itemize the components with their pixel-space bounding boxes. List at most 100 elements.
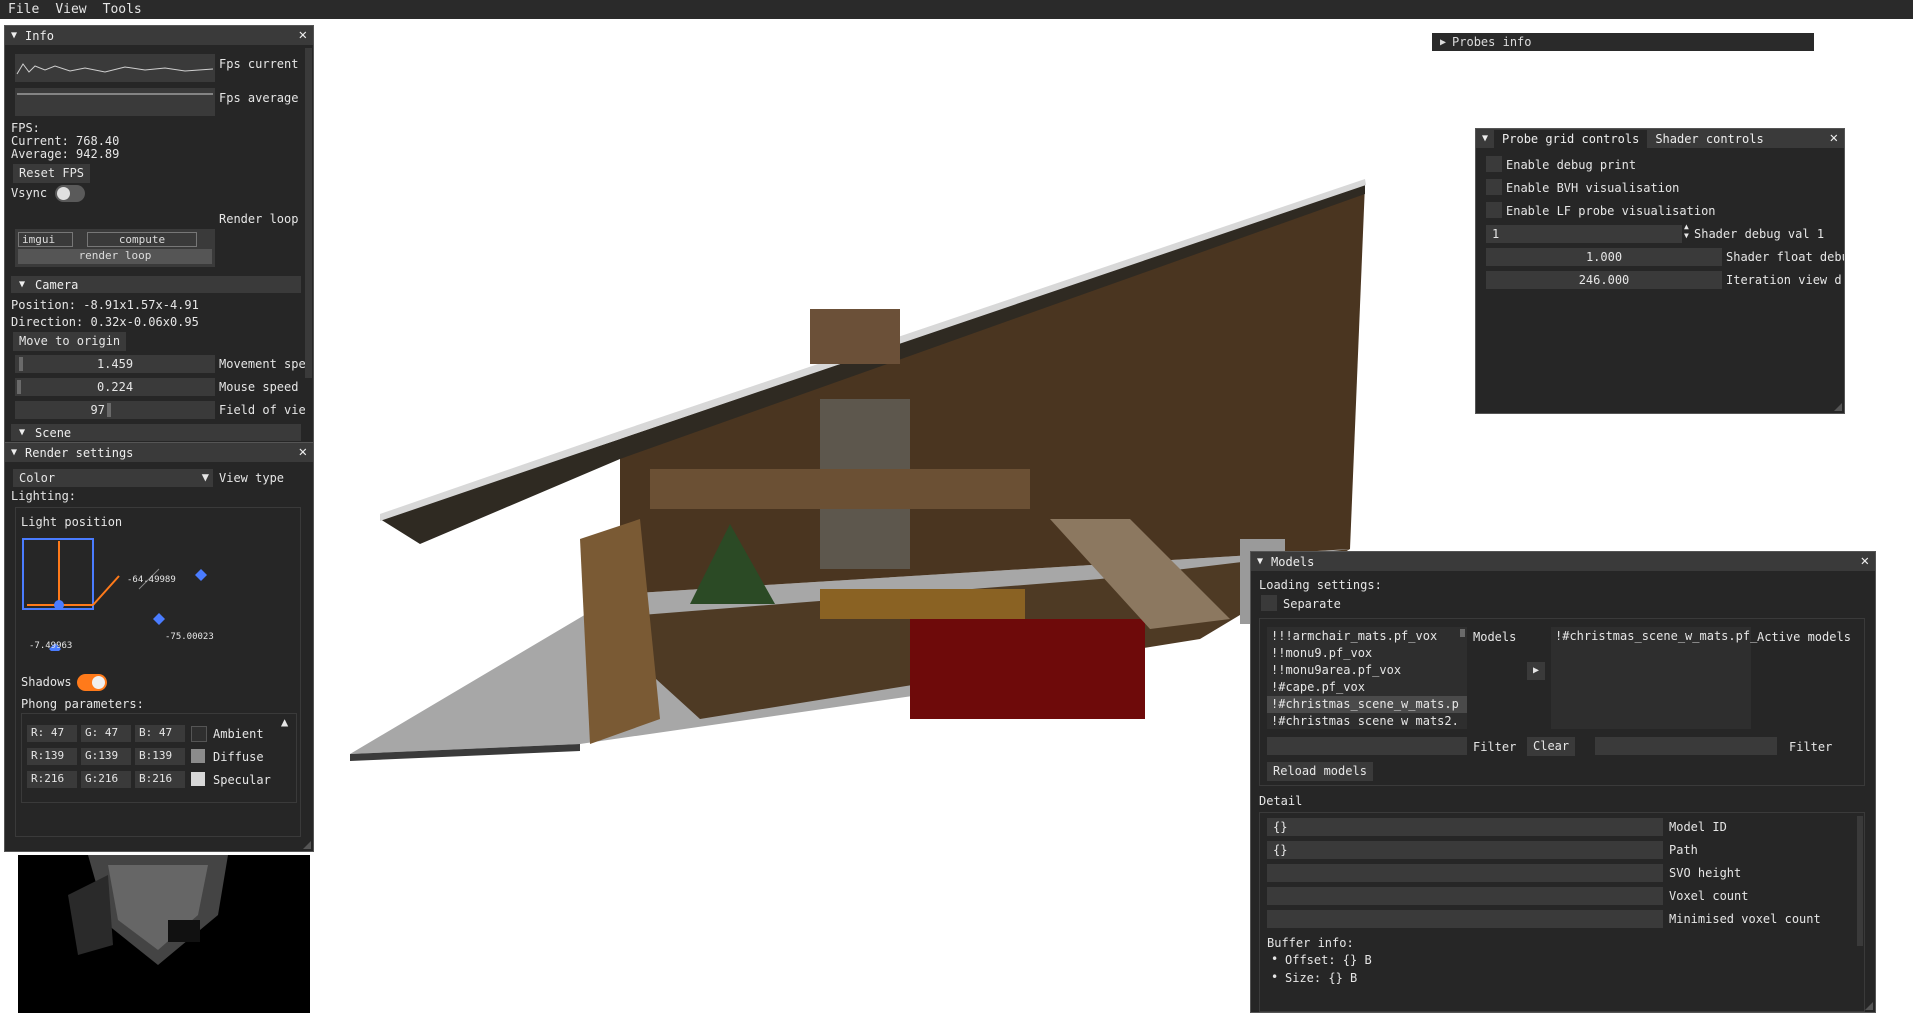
collapse-icon[interactable]: ▼ [1482, 133, 1488, 144]
models-filter-input[interactable] [1267, 737, 1467, 755]
camera-position: Position: -8.91x1.57x-4.91 [11, 298, 199, 312]
list-item[interactable]: !#christmas_scene_w_mats.p [1271, 697, 1459, 711]
active-models-label: Active models [1757, 630, 1851, 644]
close-icon[interactable]: ✕ [299, 444, 307, 460]
menu-view[interactable]: View [47, 2, 94, 17]
camera-direction: Direction: 0.32x-0.06x0.95 [11, 315, 199, 329]
render-loop-widget: imgui compute render loop [15, 229, 215, 267]
debug-print-checkbox[interactable] [1486, 156, 1502, 172]
sofa [820, 589, 1025, 619]
resize-grip-icon[interactable] [303, 841, 311, 849]
specular-label: Specular [213, 773, 271, 787]
lf-probe-checkbox[interactable] [1486, 202, 1502, 218]
menu-tools[interactable]: Tools [95, 2, 150, 17]
close-icon[interactable]: ✕ [1830, 130, 1838, 146]
reload-models-button[interactable]: Reload models [1267, 762, 1373, 781]
float-debug-slider[interactable]: 1.000 [1486, 248, 1722, 266]
gizmo-value-x: -64.49989 [127, 575, 176, 585]
model-id-field[interactable]: {} [1267, 818, 1663, 836]
move-to-origin-button[interactable]: Move to origin [13, 332, 127, 351]
specular-g[interactable]: G:216 [81, 771, 131, 788]
expand-icon: ▶ [1440, 36, 1447, 48]
render-settings-titlebar[interactable]: ▼ Render settings ✕ [5, 443, 313, 462]
menu-bar: File View Tools [0, 0, 1913, 19]
list-item[interactable]: !!!armchair_mats.pf_vox [1271, 629, 1437, 643]
models-list[interactable]: !!!armchair_mats.pf_vox !!monu9.pf_vox !… [1267, 627, 1467, 729]
mouse-speed-label: Mouse speed [219, 380, 299, 394]
menu-file[interactable]: File [0, 2, 47, 17]
resize-grip-icon[interactable] [1865, 1002, 1873, 1010]
separate-checkbox[interactable] [1261, 595, 1277, 611]
path-label: Path [1669, 843, 1698, 857]
ambient-b[interactable]: B: 47 [135, 725, 185, 742]
probes-info-bar[interactable]: ▶ Probes info [1432, 33, 1814, 51]
tab-shader-controls[interactable]: Shader controls [1647, 130, 1771, 148]
diffuse-r[interactable]: R:139 [27, 748, 77, 765]
models-label: Models [1473, 630, 1517, 644]
voxel-count-field[interactable] [1267, 887, 1663, 905]
size-value: Size: {} B [1285, 971, 1358, 985]
red-couch [910, 619, 1145, 719]
models-titlebar[interactable]: ▼ Models ✕ [1251, 552, 1875, 571]
diffuse-b[interactable]: B:139 [135, 748, 185, 765]
fov-slider[interactable]: 97 [15, 401, 215, 419]
ambient-swatch[interactable] [191, 726, 207, 742]
diffuse-g[interactable]: G:139 [81, 748, 131, 765]
stepper-icon[interactable]: ▲ ▼ [1684, 222, 1689, 240]
active-models-list[interactable]: !#christmas_scene_w_mats.pf_ [1551, 627, 1757, 729]
collapse-icon[interactable]: ▼ [1257, 556, 1263, 567]
svo-height-label: SVO height [1669, 866, 1742, 880]
collapse-icon[interactable]: ▼ [11, 447, 17, 458]
resize-grip-icon[interactable] [1834, 403, 1842, 411]
models-list-scrollbar[interactable] [1460, 629, 1465, 637]
list-item[interactable]: !#christmas_scene_w_mats.pf_ [1555, 629, 1757, 643]
svo-height-field[interactable] [1267, 864, 1663, 882]
ambient-label: Ambient [213, 727, 264, 741]
detail-scrollbar[interactable] [1857, 816, 1863, 946]
ambient-r[interactable]: R: 47 [27, 725, 77, 742]
vsync-toggle[interactable] [55, 185, 85, 202]
reset-fps-button[interactable]: Reset FPS [13, 164, 91, 183]
view-type-select[interactable]: Color ▼ [13, 469, 213, 487]
ambient-g[interactable]: G: 47 [81, 725, 131, 742]
mouse-speed-slider[interactable]: 0.224 [15, 378, 215, 396]
list-item[interactable]: !#christmas scene w mats2. [1271, 714, 1459, 728]
diffuse-swatch[interactable] [191, 749, 205, 763]
path-field[interactable]: {} [1267, 841, 1663, 859]
models-window: ▼ Models ✕ Loading settings: Separate !!… [1250, 551, 1876, 1013]
gizmo-value-y: -7.49963 [29, 641, 73, 651]
render-settings-window: ▼ Render settings ✕ Color ▼ View type Li… [4, 442, 314, 852]
list-item[interactable]: !#cape.pf_vox [1271, 680, 1365, 694]
diffuse-label: Diffuse [213, 750, 264, 764]
specular-swatch[interactable] [191, 772, 205, 786]
specular-r[interactable]: R:216 [27, 771, 77, 788]
close-icon[interactable]: ✕ [299, 27, 307, 43]
bvh-checkbox[interactable] [1486, 179, 1502, 195]
arrow-right-icon: ▶ [1532, 665, 1540, 676]
scroll-up-icon[interactable]: ▲ [281, 715, 288, 729]
active-filter-input[interactable] [1595, 737, 1777, 755]
camera-header[interactable]: ▼ Camera [11, 276, 301, 293]
list-item[interactable]: !!monu9area.pf_vox [1271, 663, 1401, 677]
render-loop-bar: render loop [18, 249, 212, 264]
gizmo-value-z: -75.00023 [165, 632, 214, 642]
specular-b[interactable]: B:216 [135, 771, 185, 788]
shadows-toggle[interactable] [77, 674, 107, 691]
tab-probe-grid[interactable]: Probe grid controls [1494, 129, 1648, 148]
debug-val-label: Shader debug val 1 [1694, 227, 1825, 241]
clear-button[interactable]: Clear [1527, 737, 1576, 756]
info-titlebar[interactable]: ▼ Info ✕ [5, 26, 313, 45]
collapse-icon[interactable]: ▼ [11, 30, 17, 41]
loading-settings-label: Loading settings: [1259, 578, 1382, 592]
min-voxel-count-field[interactable] [1267, 910, 1663, 928]
iteration-slider[interactable]: 246.000 [1486, 271, 1722, 289]
move-right-button[interactable]: ▶ [1527, 662, 1545, 680]
scene-header[interactable]: ▼ Scene [11, 424, 301, 441]
fps-header: FPS: [11, 121, 40, 135]
debug-val-input[interactable]: 1 [1486, 225, 1682, 243]
info-scrollbar[interactable] [305, 48, 312, 378]
list-item[interactable]: !!monu9.pf_vox [1271, 646, 1372, 660]
movement-speed-slider[interactable]: 1.459 [15, 355, 215, 373]
close-icon[interactable]: ✕ [1861, 553, 1869, 569]
fps-current-graph [15, 54, 215, 82]
